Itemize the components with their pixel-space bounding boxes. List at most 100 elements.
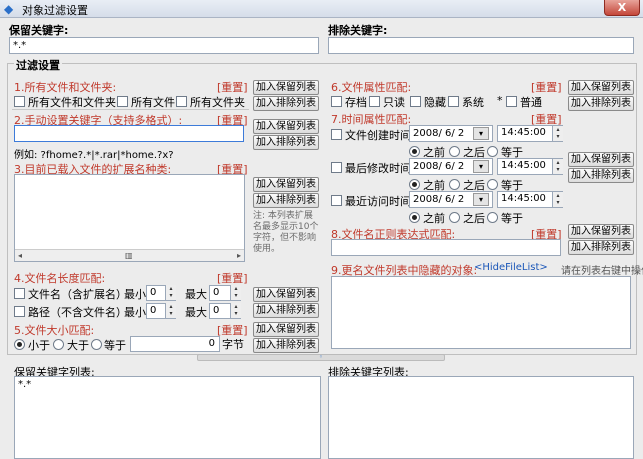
sec9-hidden-object-list[interactable] [331, 276, 631, 349]
keep-keyword-input[interactable]: *.* [9, 37, 319, 54]
sec4-filename-checkbox[interactable] [14, 288, 25, 299]
sec4-path-checkbox[interactable] [14, 306, 25, 317]
sec3-horizontal-scrollbar[interactable]: ◂ ▥ ▸ [15, 249, 244, 261]
calendar-dropdown-icon[interactable]: ▾ [473, 160, 489, 173]
sec1-all-files-label: 所有文件 [131, 96, 175, 109]
splitter-handle[interactable]: ◦ [197, 354, 445, 361]
sec5-add-keep-button[interactable]: 加入保留列表 [253, 322, 319, 337]
sec9-hint: 请在列表右键中操作 [561, 266, 643, 277]
sec5-greater-than-radio[interactable] [53, 339, 64, 350]
sec7-accessed-after-radio[interactable] [449, 212, 460, 223]
scroll-right-icon[interactable]: ▸ [237, 250, 241, 261]
app-icon: ◆ [4, 2, 14, 16]
sec7-modified-checkbox[interactable] [331, 162, 342, 173]
sec6-add-keep-button[interactable]: 加入保留列表 [568, 80, 634, 95]
sec6-archive-label: 存档 [345, 96, 367, 109]
sec5-size-input[interactable]: 0 [130, 336, 220, 352]
sec8-add-keep-button[interactable]: 加入保留列表 [568, 224, 634, 239]
sec5-equal-radio[interactable] [91, 339, 102, 350]
sec2-add-keep-button[interactable]: 加入保留列表 [253, 119, 319, 134]
sec7-created-equal-radio[interactable] [487, 146, 498, 157]
sec7-accessed-before-radio[interactable] [409, 212, 420, 223]
spin-arrows-icon[interactable]: ▴ ▾ [552, 192, 563, 207]
spin-arrows-icon[interactable]: ▴ ▾ [552, 126, 563, 141]
sec6-system-checkbox[interactable] [448, 96, 459, 107]
sec5-title: 5.文件大小匹配: [14, 324, 95, 337]
sec7-add-keep-button[interactable]: 加入保留列表 [568, 152, 634, 167]
exclude-keyword-label: 排除关键字: [328, 24, 388, 37]
sec7-created-checkbox[interactable] [331, 129, 342, 140]
sec2-add-exclude-button[interactable]: 加入排除列表 [253, 135, 319, 150]
sec2-example-text: 例如: ?fhome?.*|*.rar|*home.?x? [14, 150, 174, 161]
sec6-add-exclude-button[interactable]: 加入排除列表 [568, 96, 634, 111]
sec4-path-max-label: 最大 [185, 306, 207, 319]
sec7-accessed-equal-radio[interactable] [487, 212, 498, 223]
spin-arrows-icon[interactable]: ▴ ▾ [230, 303, 241, 318]
sec4-path-label: 路径（不含文件名） [28, 306, 127, 319]
sec7-modified-after-radio[interactable] [449, 179, 460, 190]
spin-arrows-icon[interactable]: ▴ ▾ [165, 285, 176, 300]
sec8-regex-input[interactable] [331, 239, 561, 256]
sec1-title: 1.所有文件和文件夹: [14, 81, 117, 94]
sec6-hidden-label: 隐藏 [424, 96, 446, 109]
sec6-normal-label: 普通 [520, 96, 542, 109]
sec5-add-exclude-button[interactable]: 加入排除列表 [253, 338, 319, 353]
calendar-dropdown-icon[interactable]: ▾ [473, 127, 489, 140]
sec6-archive-checkbox[interactable] [331, 96, 342, 107]
sec7-accessed-checkbox[interactable] [331, 195, 342, 206]
sec1-all-files-checkbox[interactable] [117, 96, 128, 107]
sec1-add-keep-button[interactable]: 加入保留列表 [253, 80, 319, 95]
sec6-readonly-checkbox[interactable] [369, 96, 380, 107]
scroll-grip-icon: ▥ [125, 251, 133, 260]
sec9-tag: <HideFileList> [474, 262, 548, 273]
sec1-reset-button[interactable]: [重置] [217, 79, 248, 95]
sec2-keyword-input[interactable] [14, 125, 244, 142]
sec1-divider [12, 109, 249, 110]
sec8-add-exclude-button[interactable]: 加入排除列表 [568, 240, 634, 255]
sec5-less-than-label: 小于 [28, 339, 50, 352]
sec3-note: 注: 本列表扩展名最多显示10个字符，但不影响使用。 [253, 211, 319, 254]
sec6-hidden-checkbox[interactable] [410, 96, 421, 107]
keep-list-item[interactable]: *.* [18, 379, 317, 390]
sec4-add-keep-button[interactable]: 加入保留列表 [253, 287, 319, 302]
sec7-created-label: 文件创建时间 [345, 129, 411, 142]
sec4-filename-max-label: 最大 [185, 288, 207, 301]
sec6-star-label: * [497, 94, 503, 107]
sec5-unit-label: 字节 [222, 338, 244, 351]
sec5-less-than-radio[interactable] [14, 339, 25, 350]
keep-list-box[interactable]: *.* [14, 376, 321, 459]
sec1-all-files-folders-checkbox[interactable] [14, 96, 25, 107]
sec7-created-before-radio[interactable] [409, 146, 420, 157]
sec7-modified-equal-radio[interactable] [487, 179, 498, 190]
sec3-add-keep-button[interactable]: 加入保留列表 [253, 177, 319, 192]
sec3-add-exclude-button[interactable]: 加入排除列表 [253, 193, 319, 208]
sec1-add-exclude-button[interactable]: 加入排除列表 [253, 96, 319, 111]
sec6-reset-button[interactable]: [重置] [531, 79, 562, 95]
splitter-grip-icon: ◦ [318, 353, 324, 361]
keep-keyword-label: 保留关键字: [9, 24, 69, 37]
spin-arrows-icon[interactable]: ▴ ▾ [552, 159, 563, 174]
filter-settings-label: 过滤设置 [14, 57, 62, 73]
spin-arrows-icon[interactable]: ▴ ▾ [165, 303, 176, 318]
sec7-modified-before-radio[interactable] [409, 179, 420, 190]
sec6-readonly-label: 只读 [383, 96, 405, 109]
sec6-title: 6.文件属性匹配: [331, 81, 412, 94]
calendar-dropdown-icon[interactable]: ▾ [473, 193, 489, 206]
exclude-keyword-input[interactable] [328, 37, 634, 54]
sec7-created-after-radio[interactable] [449, 146, 460, 157]
sec6-normal-checkbox[interactable] [506, 96, 517, 107]
close-button[interactable]: X [604, 0, 640, 16]
sec7-accessed-equal-label: 等于 [501, 212, 523, 225]
spin-arrows-icon[interactable]: ▴ ▾ [230, 285, 241, 300]
title-bar [0, 0, 643, 18]
window-title: 对象过滤设置 [22, 4, 88, 17]
sec4-reset-button[interactable]: [重置] [217, 270, 248, 286]
sec7-add-exclude-button[interactable]: 加入排除列表 [568, 168, 634, 183]
sec5-greater-than-label: 大于 [67, 339, 89, 352]
exclude-list-box[interactable] [328, 376, 634, 459]
sec4-add-exclude-button[interactable]: 加入排除列表 [253, 303, 319, 318]
scroll-left-icon[interactable]: ◂ [18, 250, 22, 261]
sec7-accessed-before-label: 之前 [423, 212, 445, 225]
sec7-title: 7.时间属性匹配: [331, 113, 412, 126]
sec1-all-folders-checkbox[interactable] [176, 96, 187, 107]
